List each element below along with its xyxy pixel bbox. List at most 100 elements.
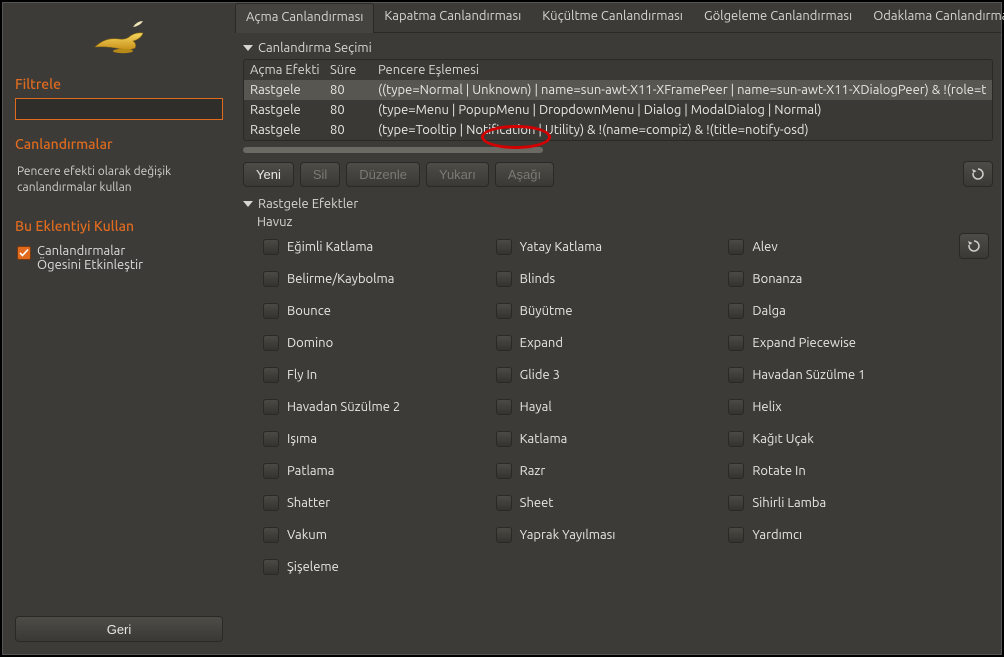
filter-input[interactable] — [15, 98, 223, 120]
tab-focus-animation[interactable]: Odaklama Canlandırması — [863, 3, 1004, 32]
col-header-duration[interactable]: Süre — [330, 63, 378, 77]
main-panel: Açma Canlandırması Kapatma Canlandırması… — [235, 3, 1001, 654]
effect-checkbox[interactable]: Yaprak Yayılması — [496, 521, 717, 549]
tab-close-animation[interactable]: Kapatma Canlandırması — [374, 3, 532, 32]
effect-label: Kağıt Uçak — [752, 432, 813, 446]
effect-label: Eğimli Katlama — [287, 240, 373, 254]
animations-heading: Canlandırmalar — [15, 136, 223, 152]
back-button[interactable]: Geri — [15, 616, 223, 642]
section-random-effects[interactable]: Rastgele Efektler — [243, 197, 993, 211]
table-horizontal-scrollbar[interactable] — [243, 147, 993, 153]
reset-icon — [967, 239, 981, 253]
table-row[interactable]: Rastgele 80 ((type=Normal | Unknown) | n… — [244, 80, 992, 100]
tab-content: Canlandırma Seçimi Açma Efekti Süre Penc… — [235, 33, 1001, 654]
checkbox-unchecked-icon — [263, 239, 279, 255]
checkbox-unchecked-icon — [263, 335, 279, 351]
effect-checkbox[interactable]: Rotate In — [728, 457, 949, 485]
effect-label: Bounce — [287, 304, 331, 318]
effect-checkbox[interactable]: Bounce — [263, 297, 484, 325]
pool-label: Havuz — [257, 215, 993, 229]
effect-checkbox[interactable]: Glide 3 — [496, 361, 717, 389]
effect-label: Şişeleme — [287, 560, 339, 574]
checkbox-unchecked-icon — [263, 303, 279, 319]
table-header: Açma Efekti Süre Pencere Eşlemesi — [244, 60, 992, 80]
section-animation-selection[interactable]: Canlandırma Seçimi — [243, 41, 993, 55]
effect-checkbox[interactable]: Eğimli Katlama — [263, 233, 484, 261]
effect-checkbox[interactable]: Katlama — [496, 425, 717, 453]
effect-checkbox[interactable]: Dalga — [728, 297, 949, 325]
table-row[interactable]: Rastgele 80 (type=Menu | PopupMenu | Dro… — [244, 100, 992, 120]
use-plugin-heading: Bu Eklentiyi Kullan — [15, 218, 223, 234]
enable-plugin-checkbox[interactable]: Canlandırmalar Ögesini Etkinleştir — [17, 244, 221, 272]
effect-label: Razr — [520, 464, 546, 478]
checkbox-unchecked-icon — [496, 463, 512, 479]
checkbox-unchecked-icon — [728, 335, 744, 351]
effect-checkbox[interactable]: Işıma — [263, 425, 484, 453]
effect-label: Sheet — [520, 496, 554, 510]
checkbox-label-2: Ögesini Etkinleştir — [37, 258, 143, 272]
effects-pool: Eğimli Katlama Yatay Katlama Alev Belirme/K… — [243, 233, 953, 581]
up-button[interactable]: Yukarı — [426, 162, 489, 187]
settings-window: Filtrele Canlandırmalar Pencere efekti o… — [2, 2, 1002, 655]
effect-checkbox[interactable]: Expand — [496, 329, 717, 357]
effect-checkbox[interactable]: Kağıt Uçak — [728, 425, 949, 453]
effect-label: Büyütme — [520, 304, 573, 318]
effect-checkbox[interactable]: Shatter — [263, 489, 484, 517]
lamp-icon — [89, 19, 149, 55]
effect-checkbox[interactable]: Razr — [496, 457, 717, 485]
effect-checkbox[interactable]: Sihirli Lamba — [728, 489, 949, 517]
effect-checkbox[interactable]: Blinds — [496, 265, 717, 293]
effect-label: Belirme/Kaybolma — [287, 272, 394, 286]
effect-label: Vakum — [287, 528, 327, 542]
checkbox-unchecked-icon — [496, 431, 512, 447]
down-button[interactable]: Aşağı — [495, 162, 554, 187]
effect-checkbox[interactable]: Hayal — [496, 393, 717, 421]
plugin-description: Pencere efekti olarak değişik canlandırm… — [17, 164, 221, 196]
effect-checkbox[interactable]: Expand Piecewise — [728, 329, 949, 357]
table-row[interactable]: Rastgele 80 (type=Tooltip | Notification… — [244, 120, 992, 140]
tab-shade-animation[interactable]: Gölgeleme Canlandırması — [694, 3, 863, 32]
checkbox-unchecked-icon — [728, 399, 744, 415]
effect-checkbox[interactable]: Yardımcı — [728, 521, 949, 549]
table-toolbar: Yeni Sil Düzenle Yukarı Aşağı — [243, 161, 993, 187]
effect-checkbox[interactable]: Şişeleme — [263, 553, 484, 581]
checkbox-checked-icon — [17, 246, 31, 260]
new-button[interactable]: Yeni — [243, 162, 294, 187]
effect-label: Yatay Katlama — [520, 240, 602, 254]
reset-table-button[interactable] — [963, 161, 993, 187]
effect-checkbox[interactable]: Fly In — [263, 361, 484, 389]
animation-table: Açma Efekti Süre Pencere Eşlemesi Rastge… — [243, 59, 993, 141]
effect-checkbox[interactable]: Havadan Süzülme 2 — [263, 393, 484, 421]
col-header-match[interactable]: Pencere Eşlemesi — [378, 63, 986, 77]
effect-checkbox[interactable]: Domino — [263, 329, 484, 357]
tab-open-animation[interactable]: Açma Canlandırması — [235, 3, 374, 33]
effect-checkbox[interactable]: Alev — [728, 233, 949, 261]
collapse-icon — [243, 45, 253, 51]
effect-checkbox[interactable]: Büyütme — [496, 297, 717, 325]
reset-pool-button[interactable] — [959, 233, 989, 259]
effect-checkbox[interactable]: Havadan Süzülme 1 — [728, 361, 949, 389]
effect-label: Havadan Süzülme 2 — [287, 400, 400, 414]
effect-checkbox[interactable]: Sheet — [496, 489, 717, 517]
col-header-effect[interactable]: Açma Efekti — [250, 63, 330, 77]
checkbox-unchecked-icon — [728, 495, 744, 511]
scrollbar-thumb[interactable] — [243, 147, 543, 153]
tab-bar: Açma Canlandırması Kapatma Canlandırması… — [235, 3, 1001, 33]
effect-checkbox[interactable]: Patlama — [263, 457, 484, 485]
effect-checkbox[interactable]: Yatay Katlama — [496, 233, 717, 261]
effect-label: Alev — [752, 240, 777, 254]
checkbox-unchecked-icon — [263, 367, 279, 383]
effect-checkbox[interactable]: Bonanza — [728, 265, 949, 293]
effect-label: Rotate In — [752, 464, 805, 478]
checkbox-unchecked-icon — [263, 399, 279, 415]
effect-checkbox[interactable]: Vakum — [263, 521, 484, 549]
effect-checkbox[interactable]: Helix — [728, 393, 949, 421]
tab-minimize-animation[interactable]: Küçültme Canlandırması — [532, 3, 694, 32]
effect-label: Helix — [752, 400, 781, 414]
edit-button[interactable]: Düzenle — [346, 162, 420, 187]
effect-label: Havadan Süzülme 1 — [752, 368, 865, 382]
checkbox-unchecked-icon — [728, 527, 744, 543]
checkbox-unchecked-icon — [263, 271, 279, 287]
delete-button[interactable]: Sil — [300, 162, 340, 187]
effect-checkbox[interactable]: Belirme/Kaybolma — [263, 265, 484, 293]
